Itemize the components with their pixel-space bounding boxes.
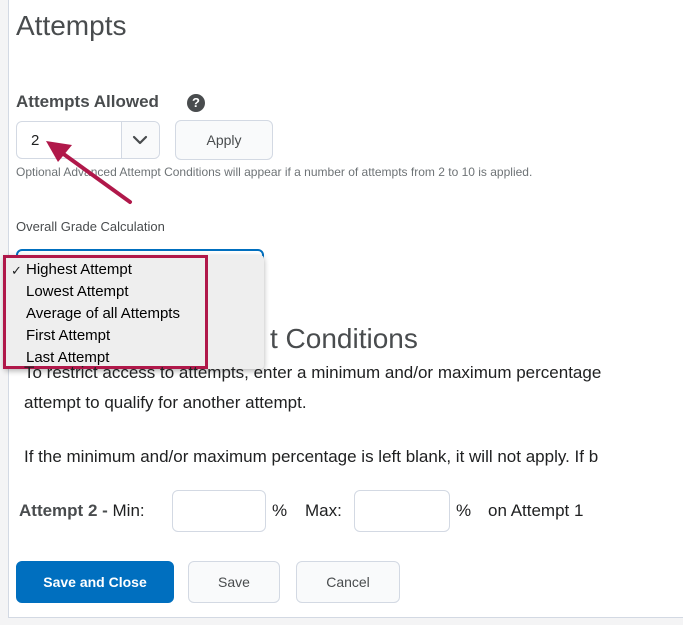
min-percentage-input[interactable] (172, 490, 266, 532)
annotation-arrow-icon (46, 141, 132, 204)
attempts-allowed-value: 2 (31, 132, 40, 149)
attempt-number-label: Attempt 2 - (19, 501, 108, 520)
conditions-desc-line2: attempt to qualify for another attempt. (24, 393, 307, 412)
conditions-desc-line3: If the minimum and/or maximum percentage… (24, 447, 599, 466)
attempts-allowed-label: Attempts Allowed (16, 92, 159, 111)
save-and-close-button[interactable]: Save and Close (16, 561, 174, 603)
max-percent-sign: % (456, 501, 472, 520)
cancel-button[interactable]: Cancel (296, 561, 400, 603)
annotation-highlight-box (3, 255, 208, 369)
min-label: Min: (112, 501, 145, 520)
apply-button[interactable]: Apply (175, 120, 273, 160)
section-title: Attempts (16, 10, 127, 41)
max-percentage-input[interactable] (354, 490, 450, 532)
advanced-conditions-title: t Conditions (270, 323, 418, 354)
max-label: Max: (305, 501, 342, 520)
conditions-desc-line1: To restrict access to attempts, enter a … (24, 363, 602, 382)
question-circle-icon[interactable]: ? (187, 94, 205, 112)
min-percent-sign: % (272, 501, 288, 520)
attempt-row-label: Attempt 2 - Min: (19, 501, 145, 521)
save-button[interactable]: Save (188, 561, 280, 603)
overall-grade-label: Overall Grade Calculation (16, 219, 165, 234)
attempt-suffix: on Attempt 1 (488, 501, 584, 520)
